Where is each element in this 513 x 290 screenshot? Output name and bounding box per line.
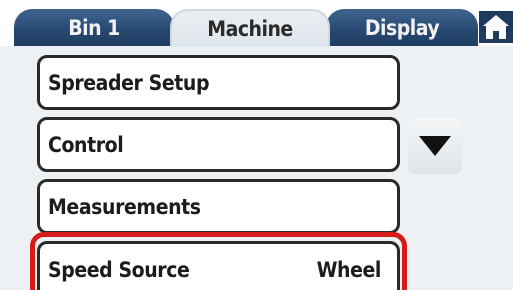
tab-machine[interactable]: Machine	[170, 9, 330, 47]
menu-item-label: Control	[48, 132, 124, 157]
menu-item-spreader-setup[interactable]: Spreader Setup	[37, 55, 400, 110]
home-icon	[483, 15, 509, 39]
tab-bar: Bin 1 Display Machine	[0, 0, 513, 47]
home-button[interactable]	[479, 11, 513, 43]
menu-item-label: Measurements	[48, 194, 201, 219]
selection-highlight	[30, 232, 407, 290]
scroll-down-button[interactable]	[408, 118, 462, 174]
tab-display[interactable]: Display	[326, 9, 478, 47]
menu-item-label: Spreader Setup	[48, 70, 210, 95]
triangle-down-icon	[419, 136, 451, 156]
menu-item-measurements[interactable]: Measurements	[37, 179, 400, 234]
tab-bin-1[interactable]: Bin 1	[14, 9, 174, 47]
menu-item-control[interactable]: Control	[37, 117, 400, 172]
